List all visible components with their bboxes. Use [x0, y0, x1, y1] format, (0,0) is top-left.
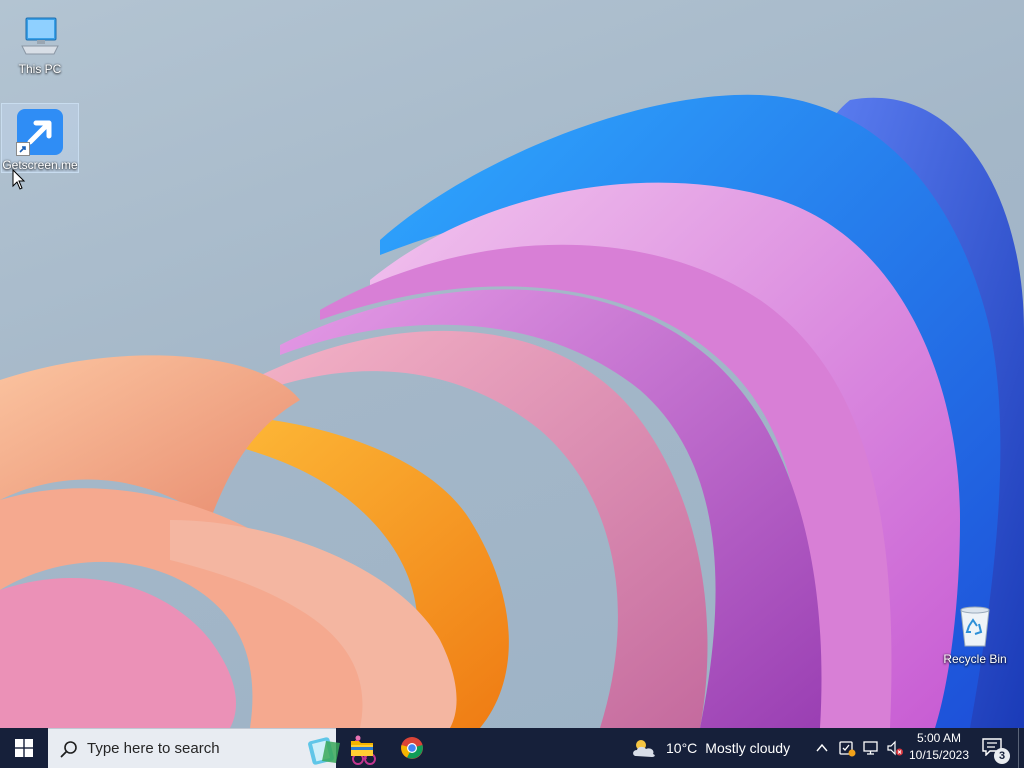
taskbar: Type here to search 10°C Mostly cloudy 5…	[0, 728, 1024, 768]
computer-icon	[16, 12, 64, 60]
windows-logo-icon	[15, 739, 33, 757]
folder-icon	[351, 741, 373, 756]
desktop-icon-label: This PC	[18, 62, 62, 76]
recycle-bin-icon	[951, 602, 999, 650]
chrome-icon	[401, 737, 423, 759]
clock-date: 10/15/2023	[908, 748, 970, 762]
chevron-up-icon[interactable]	[814, 740, 830, 756]
search-box[interactable]: Type here to search	[48, 728, 376, 768]
show-desktop-button[interactable]	[1018, 728, 1024, 768]
partly-cloudy-icon	[633, 740, 655, 757]
weather-condition: Mostly cloudy	[705, 740, 791, 756]
getscreen-shortcut-icon	[16, 108, 64, 156]
speaker-muted-icon[interactable]	[886, 739, 904, 757]
shortcut-arrow-icon	[16, 142, 30, 156]
desktop-icon-recycle-bin[interactable]: Recycle Bin	[937, 598, 1013, 666]
network-disconnected-icon[interactable]	[862, 739, 880, 757]
desktop-icon-this-pc[interactable]: This PC	[2, 8, 78, 76]
taskbar-app-chrome[interactable]	[388, 728, 436, 768]
mouse-pointer-icon	[12, 169, 26, 190]
taskbar-app-file-explorer[interactable]	[338, 728, 386, 768]
taskbar-clock[interactable]: 5:00 AM 10/15/2023	[904, 730, 974, 766]
security-warning-icon[interactable]	[838, 739, 856, 757]
notification-count-badge: 3	[994, 748, 1010, 764]
notification-center-button[interactable]: 3	[980, 728, 1010, 768]
desktop[interactable]: This PC Getscreen.me Recycle Bin	[0, 0, 1024, 728]
desktop-icon-getscreen[interactable]: Getscreen.me	[1, 103, 79, 173]
clock-time: 5:00 AM	[916, 731, 962, 745]
desktop-icon-label: Recycle Bin	[943, 652, 1007, 666]
search-placeholder: Type here to search	[87, 740, 220, 757]
start-button[interactable]	[0, 728, 48, 768]
weather-temperature: 10°C	[666, 740, 698, 756]
wallpaper-image	[0, 94, 1024, 728]
weather-widget[interactable]: 10°C Mostly cloudy	[630, 728, 790, 768]
search-icon	[60, 740, 77, 757]
